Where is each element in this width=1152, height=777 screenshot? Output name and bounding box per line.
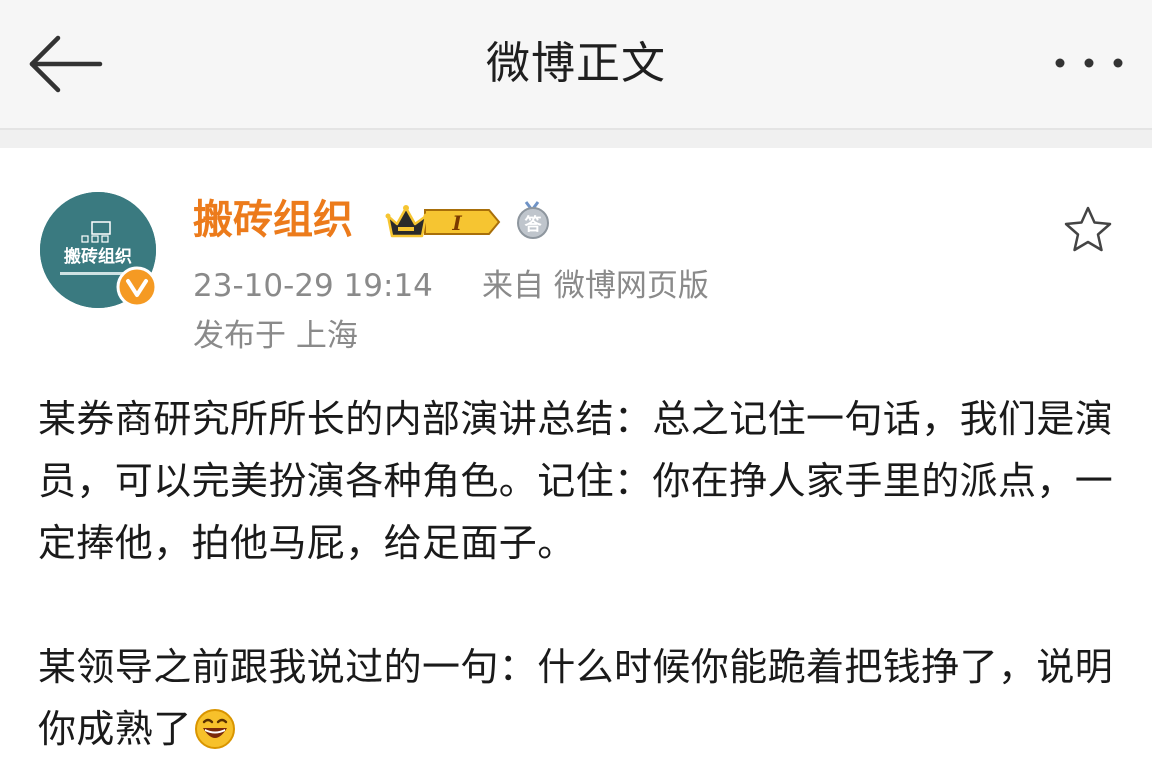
more-dots-icon bbox=[1055, 58, 1123, 68]
page-title: 微博正文 bbox=[486, 38, 666, 89]
post-location: 发布于 上海 bbox=[193, 318, 358, 354]
answerer-medal-icon[interactable]: 答 bbox=[514, 200, 552, 240]
verified-badge-icon bbox=[116, 266, 158, 308]
top-nav-bar: 微博正文 bbox=[0, 0, 1152, 130]
post-time: 23-10-29 19:14 bbox=[193, 268, 433, 304]
post-source[interactable]: 来自 微博网页版 bbox=[482, 266, 709, 306]
post-content: 某券商研究所所长的内部演讲总结：总之记住一句话，我们是演员，可以完美扮演各种角色… bbox=[38, 388, 1128, 760]
author-name[interactable]: 搬砖组织 bbox=[193, 194, 353, 246]
star-icon bbox=[1064, 206, 1112, 252]
laugh-emoji-icon bbox=[194, 709, 235, 749]
favorite-star-button[interactable] bbox=[1062, 204, 1114, 256]
vip-level-text: I bbox=[451, 211, 462, 235]
post-paragraph-with-emoji: 某领导之前跟我说过的一句：什么时候你能跪着把钱挣了，说明你成熟了 bbox=[38, 636, 1128, 760]
post-paragraph: 某券商研究所所长的内部演讲总结：总之记住一句话，我们是演员，可以完美扮演各种角色… bbox=[38, 397, 1114, 565]
more-button[interactable] bbox=[1052, 52, 1126, 74]
avatar-logo-text: 搬砖组织 bbox=[64, 246, 132, 267]
answer-badge-text: 答 bbox=[525, 214, 543, 235]
section-divider bbox=[0, 130, 1152, 148]
weibo-post: 搬砖组织 搬砖组织 I 答 23-10-29 19:14 来自 微博网页版 发布… bbox=[0, 148, 1152, 777]
vip-crown-badge-icon[interactable]: I bbox=[385, 202, 501, 242]
